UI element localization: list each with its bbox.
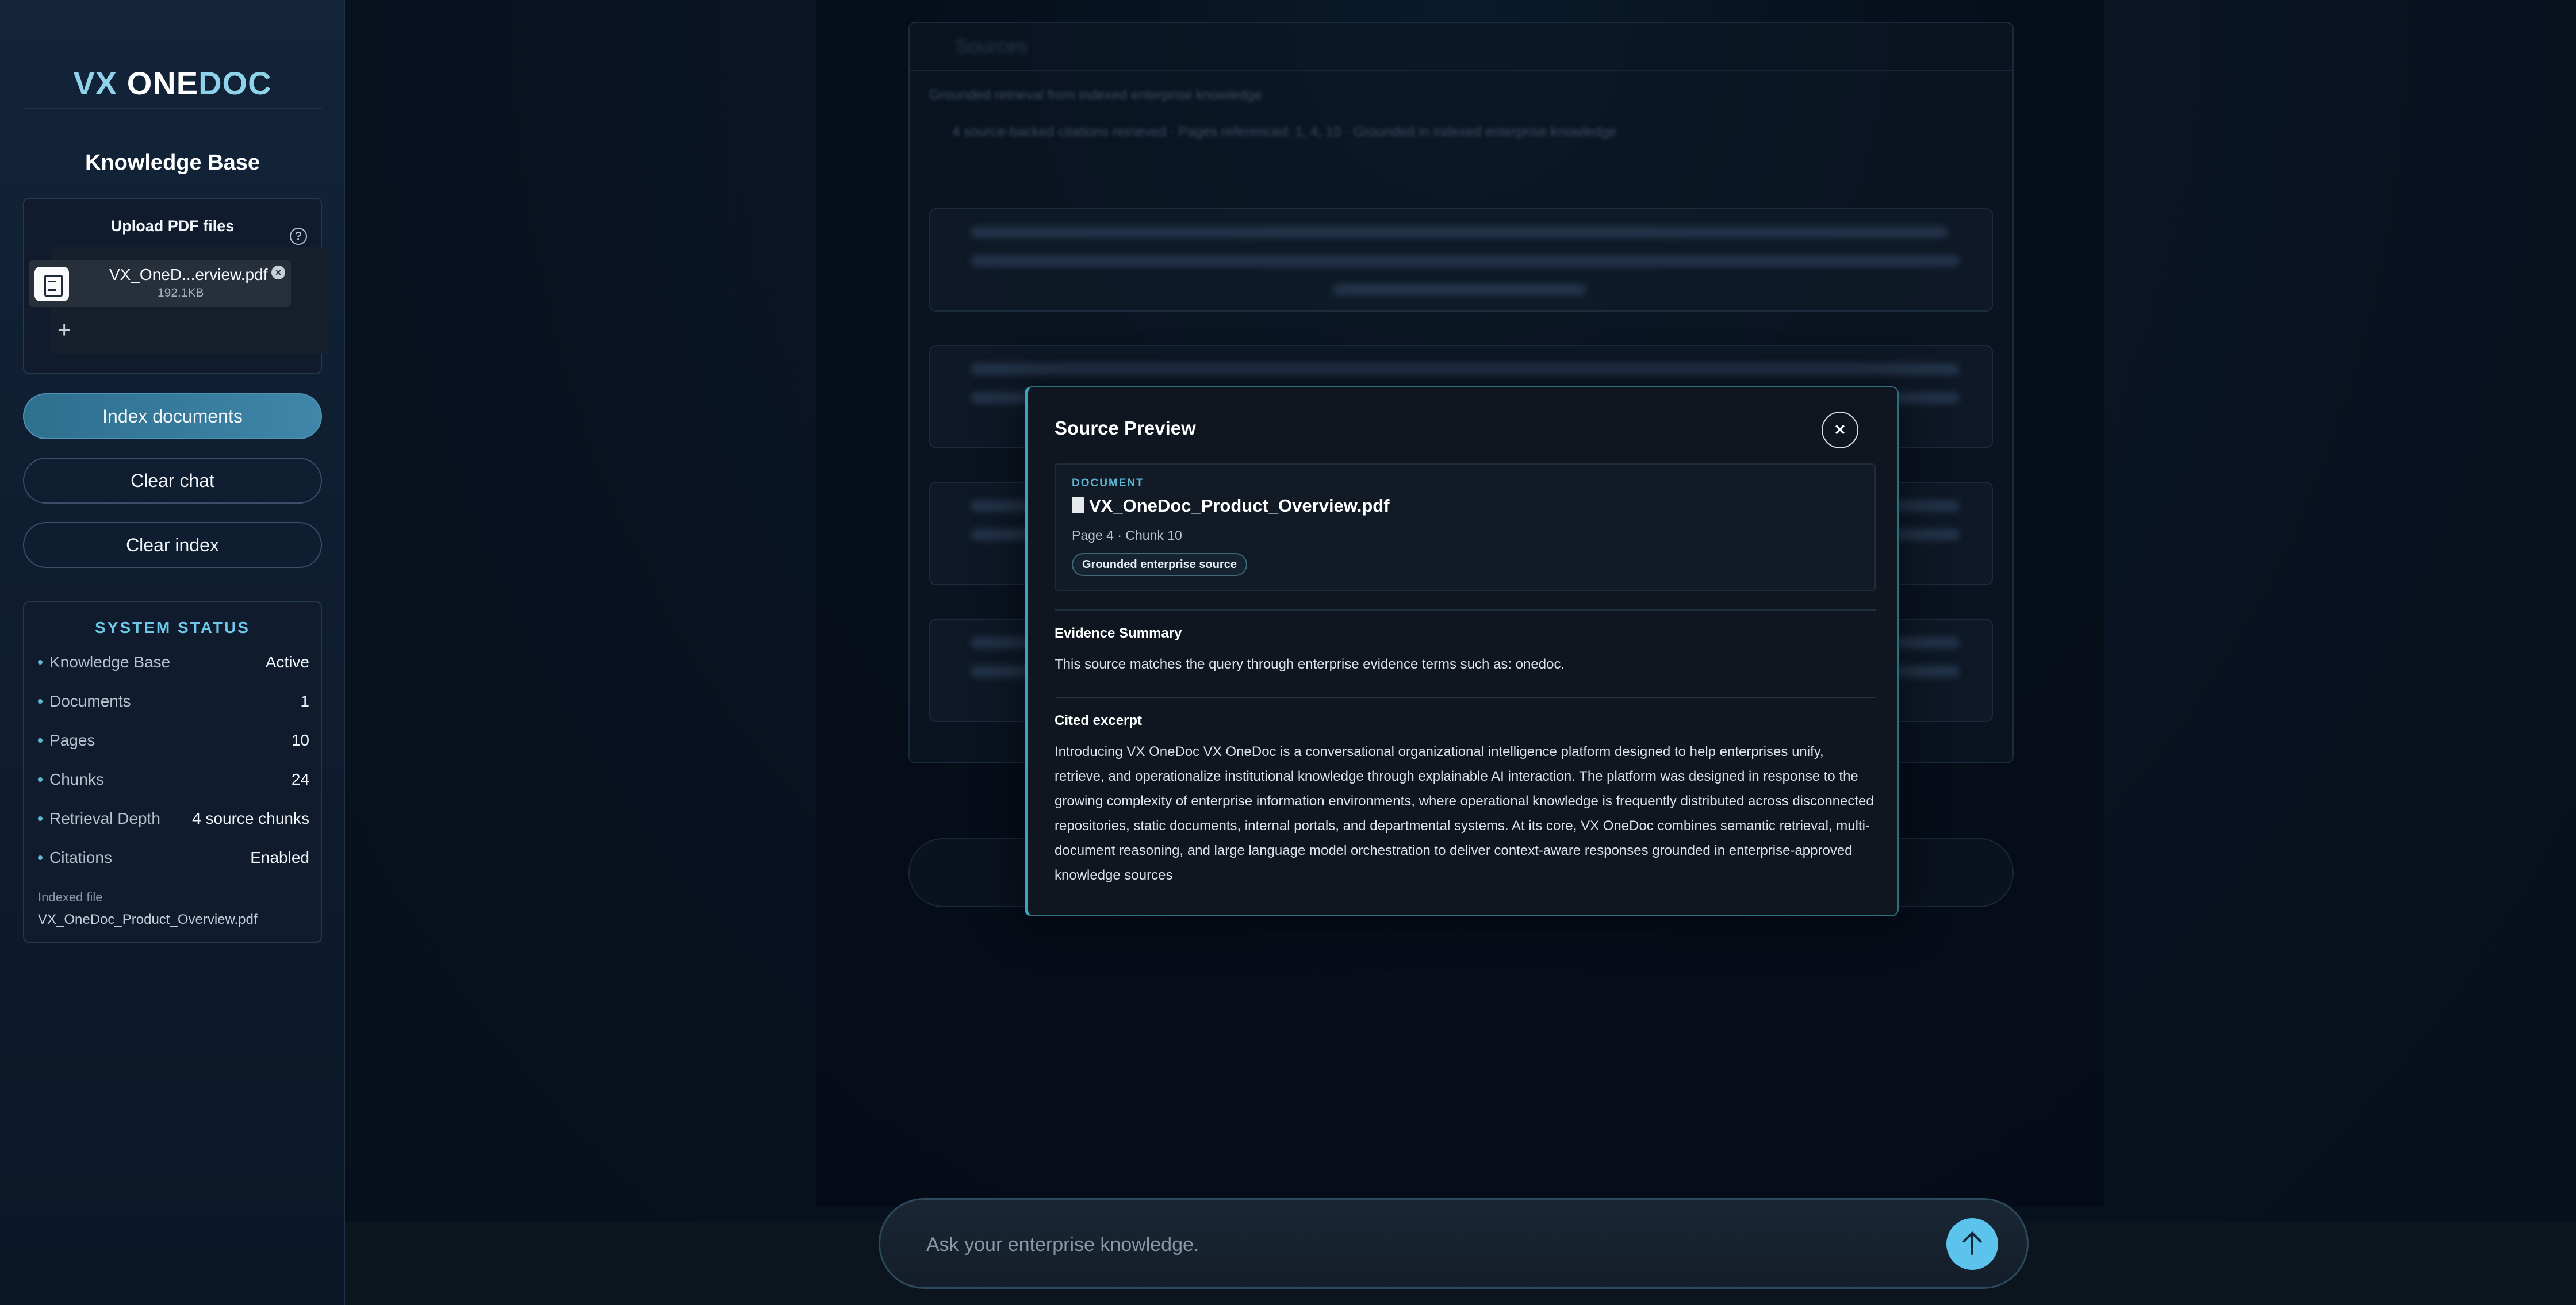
close-icon[interactable]: × <box>1822 412 1858 448</box>
status-row-chunks: Chunks 24 <box>38 768 309 791</box>
status-row-citations: Citations Enabled <box>38 846 309 869</box>
cited-excerpt-text: Introducing VX OneDoc VX OneDoc is a con… <box>1055 744 1874 883</box>
bullet-dot <box>38 777 43 782</box>
status-row-documents: Documents 1 <box>38 690 309 713</box>
clear-chat-button[interactable]: Clear chat <box>23 458 322 504</box>
page-icon <box>1072 497 1084 513</box>
document-kicker: DOCUMENT <box>1072 477 1144 489</box>
sidebar-title: Knowledge Base <box>85 151 260 175</box>
status-row-pages: Pages 10 <box>38 729 309 752</box>
evidence-summary-heading: Evidence Summary <box>1055 625 1182 641</box>
divider <box>1055 697 1876 698</box>
sidebar: VX ONEDOC Knowledge Base Upload PDF file… <box>0 0 345 1305</box>
sources-header: Sources <box>910 23 2012 71</box>
send-button[interactable] <box>1946 1218 1998 1270</box>
upload-title: Upload PDF files <box>110 217 235 235</box>
cited-excerpt-heading: Cited excerpt <box>1055 713 1143 728</box>
divider <box>1055 609 1876 611</box>
grounded-source-badge: Grounded enterprise source <box>1072 553 1247 576</box>
status-row-knowledge-base: Knowledge Base Active <box>38 651 309 674</box>
system-status-title: SYSTEM STATUS <box>95 619 250 636</box>
document-icon <box>34 267 69 301</box>
sources-summary: 4 source-backed citations retrieved · Pa… <box>952 124 1617 140</box>
clear-index-button[interactable]: Clear index <box>23 522 322 568</box>
bullet-dot <box>38 660 43 665</box>
indexed-file-label: Indexed file <box>38 890 103 904</box>
evidence-summary-text: This source matches the query through en… <box>1055 657 1565 672</box>
document-card: DOCUMENT VX_OneDoc_Product_Overview.pdf … <box>1055 463 1876 591</box>
bullet-dot <box>38 816 43 821</box>
document-name: VX_OneDoc_Product_Overview.pdf <box>1072 496 1390 516</box>
indexed-file-name: VX_OneDoc_Product_Overview.pdf <box>38 912 258 927</box>
modal-title: Source Preview <box>1055 417 1196 439</box>
bullet-dot <box>38 855 43 860</box>
help-circle-icon[interactable]: ? <box>290 228 307 245</box>
source-card[interactable] <box>929 208 1993 312</box>
index-documents-button[interactable]: Index documents <box>23 393 322 439</box>
source-preview-modal: Source Preview × DOCUMENT VX_OneDoc_Prod… <box>1025 386 1899 916</box>
uploaded-file-chip: VX_OneD...erview.pdf 192.1KB × <box>29 260 291 307</box>
uploaded-file-size: 192.1KB <box>158 286 204 300</box>
plus-icon[interactable]: + <box>57 318 71 341</box>
document-meta: Page 4 · Chunk 10 <box>1072 528 1182 543</box>
uploaded-file-name: VX_OneD...erview.pdf <box>109 266 268 283</box>
sources-header-label: Sources <box>956 36 1028 57</box>
chat-input-bar <box>879 1198 2029 1289</box>
status-row-retrieval-depth: Retrieval Depth 4 source chunks <box>38 807 309 830</box>
system-status-panel: SYSTEM STATUS Knowledge Base Active Docu… <box>23 601 322 943</box>
bullet-dot <box>38 699 43 704</box>
remove-file-icon[interactable]: × <box>271 266 285 279</box>
bullet-dot <box>38 738 43 743</box>
app-logo: VX ONEDOC <box>73 65 272 101</box>
chat-input[interactable] <box>926 1227 1904 1262</box>
divider <box>23 108 322 109</box>
sources-subtitle: Grounded retrieval from indexed enterpri… <box>929 87 1262 103</box>
